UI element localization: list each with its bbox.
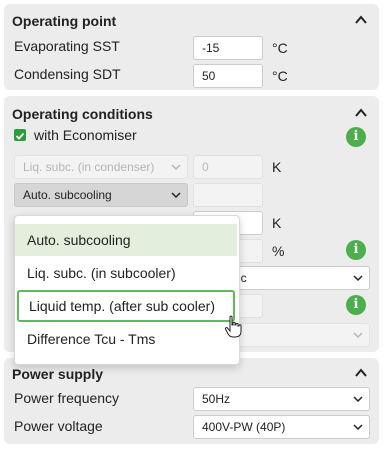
operating-point-title: Operating point (12, 13, 117, 29)
power-voltage-select[interactable]: 400V-PW (40P) (193, 415, 370, 439)
subcooling-dropdown-menu: Auto. subcooling Liq. subc. (in subcoole… (14, 215, 240, 365)
chevron-down-icon (353, 332, 363, 339)
hand-cursor-icon (224, 315, 242, 338)
collapse-chevron-up-icon[interactable] (353, 105, 369, 121)
collapse-chevron-up-icon[interactable] (353, 12, 369, 28)
info-icon[interactable]: i (346, 127, 366, 147)
operating-point-panel: Operating point Evaporating SST -15 °C C… (4, 4, 379, 90)
info-icon[interactable]: i (346, 240, 366, 260)
operating-conditions-title: Operating conditions (12, 106, 153, 122)
economiser-checkbox[interactable] (14, 129, 26, 141)
power-frequency-label: Power frequency (14, 390, 120, 406)
dropdown-option-difference-tcu-tms[interactable]: Difference Tcu - Tms (15, 323, 237, 355)
checkmark-icon (15, 132, 25, 140)
evaporating-sst-input[interactable]: -15 (193, 36, 263, 60)
collapse-chevron-up-icon[interactable] (353, 365, 369, 381)
liq-subc-input[interactable]: 0 (193, 155, 263, 179)
chevron-down-icon (171, 164, 181, 171)
condensing-sdt-label: Condensing SDT (14, 66, 121, 82)
economiser-label: with Economiser (34, 127, 137, 143)
dropdown-option-auto-subcooling[interactable]: Auto. subcooling (15, 224, 237, 256)
info-icon[interactable]: i (346, 295, 366, 315)
power-supply-title: Power supply (12, 366, 104, 382)
power-voltage-label: Power voltage (14, 418, 103, 434)
liq-subc-unit: K (272, 159, 282, 175)
chevron-down-icon (171, 192, 181, 199)
chevron-down-icon (353, 275, 363, 282)
power-supply-panel: Power supply Power frequency 50Hz Power … (4, 358, 379, 444)
percent-unit: % (272, 243, 285, 259)
evaporating-sst-label: Evaporating SST (14, 38, 120, 54)
condensing-sdt-input[interactable]: 50 (193, 64, 263, 88)
liq-subc-select[interactable]: Liq. subc. (in condenser) (14, 155, 188, 179)
evaporating-unit: °C (272, 40, 288, 56)
chevron-down-icon (353, 396, 363, 403)
subcooler-unit: K (272, 215, 282, 231)
dropdown-option-liquid-temp[interactable]: Liquid temp. (after sub cooler) (17, 290, 235, 322)
subcooling-input[interactable] (193, 183, 263, 207)
subcooling-mode-select[interactable]: Auto. subcooling (14, 183, 188, 207)
chevron-down-icon (353, 424, 363, 431)
condensing-unit: °C (272, 68, 288, 84)
power-frequency-select[interactable]: 50Hz (193, 387, 370, 411)
dropdown-option-liq-subc-subcooler[interactable]: Liq. subc. (in subcooler) (15, 257, 237, 289)
